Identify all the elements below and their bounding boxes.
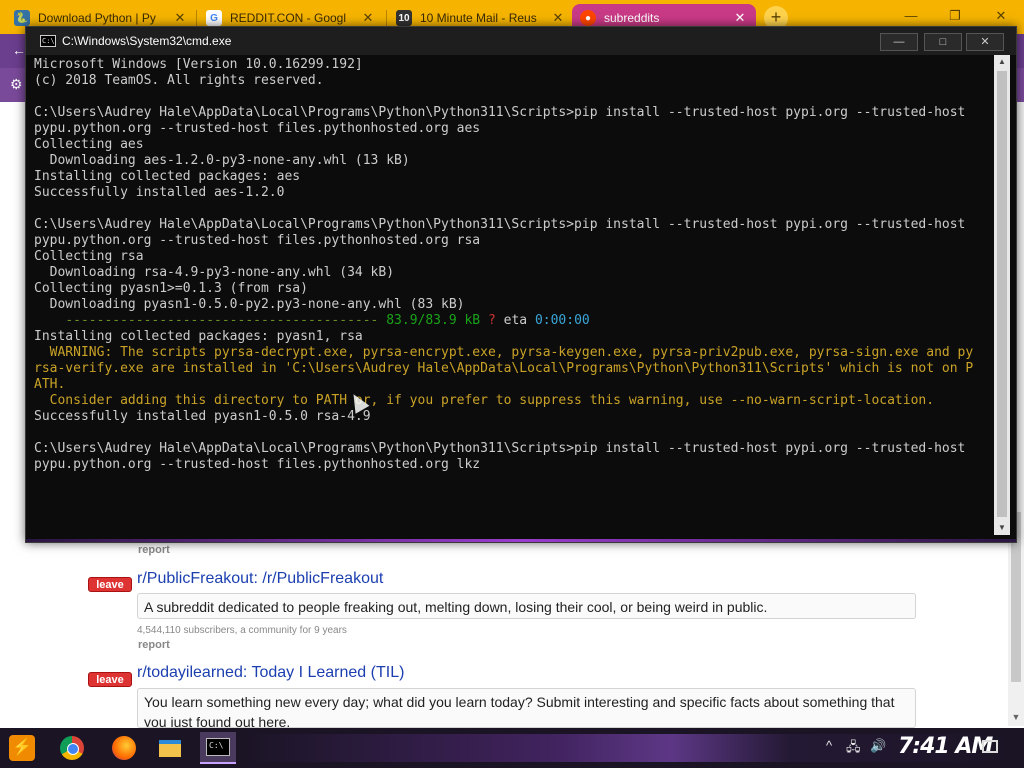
report-link[interactable]: report <box>138 639 170 651</box>
progress-indent <box>34 313 65 328</box>
firefox-icon <box>112 736 136 760</box>
notification-center-icon[interactable] <box>982 740 998 753</box>
cmd-output-line: C:\Users\Audrey Hale\AppData\Local\Progr… <box>34 441 966 456</box>
subreddit-title-link[interactable]: r/PublicFreakout: /r/PublicFreakout <box>137 570 383 588</box>
cmd-output-line <box>34 89 994 105</box>
cmd-output-line: Collecting pyasn1>=0.1.3 (from rsa) <box>34 281 308 296</box>
cmd-progress-line: ----------------------------------------… <box>34 313 994 329</box>
cmd-output-line: pypu.python.org --trusted-host files.pyt… <box>34 457 481 472</box>
back-arrow-icon[interactable]: ← <box>12 42 26 58</box>
cmd-output-line: Installing collected packages: pyasn1, r… <box>34 329 363 344</box>
subreddit-title-link[interactable]: r/todayilearned: Today I Learned (TIL) <box>137 664 404 682</box>
chrome-icon <box>60 736 84 760</box>
progress-space <box>496 313 504 328</box>
cmd-output-line: Downloading aes-1.2.0-py3-none-any.whl (… <box>34 153 410 168</box>
cmd-output-line: pypu.python.org --trusted-host files.pyt… <box>34 233 481 248</box>
progress-amount: 83.9/83.9 kB <box>386 313 481 328</box>
tab-title: subreddits <box>604 11 660 25</box>
cmd-output-line <box>34 425 994 441</box>
progress-eta-label: eta <box>503 313 528 328</box>
taskbar-firefox[interactable] <box>106 732 142 764</box>
tab-separator <box>386 10 387 26</box>
tab-separator <box>196 10 197 26</box>
cmd-icon: C:\ <box>206 738 230 756</box>
tenminutemail-icon: 10 <box>396 10 412 26</box>
cmd-output-line: C:\Users\Audrey Hale\AppData\Local\Progr… <box>34 105 966 120</box>
progress-eta: 0:00:00 <box>534 313 590 328</box>
volume-icon[interactable]: 🔊 <box>870 738 886 754</box>
taskbar-chrome[interactable] <box>54 732 90 764</box>
taskbar-cmd[interactable]: C:\ <box>200 732 236 764</box>
cmd-output-line <box>34 201 994 217</box>
tab-title: REDDIT.CON - Googl <box>230 11 347 25</box>
cmd-maximize-button[interactable]: □ <box>924 33 962 51</box>
progress-space <box>527 313 535 328</box>
report-link[interactable]: report <box>138 544 170 556</box>
cmd-output-line: C:\Users\Audrey Hale\AppData\Local\Progr… <box>34 217 966 232</box>
taskbar-file-explorer[interactable] <box>152 732 188 764</box>
tab-title: 10 Minute Mail - Reus <box>420 11 537 25</box>
cmd-window[interactable]: C:\ C:\Windows\System32\cmd.exe — □ ✕ Mi… <box>25 26 1017 543</box>
cmd-output-line: WARNING: The scripts pyrsa-decrypt.exe, … <box>34 345 974 360</box>
progress-space <box>480 313 488 328</box>
cmd-output-line: Successfully installed aes-1.2.0 <box>34 185 285 200</box>
subreddit-description: A subreddit dedicated to people freaking… <box>137 593 916 619</box>
cmd-output-line: Microsoft Windows [Version 10.0.16299.19… <box>34 57 363 72</box>
extension-icon[interactable]: ⚙ <box>10 76 23 93</box>
leave-button[interactable]: leave <box>88 577 132 592</box>
scroll-down-arrow-icon[interactable]: ▼ <box>994 521 1010 535</box>
subreddit-description: You learn something new every day; what … <box>137 688 916 728</box>
cmd-output-line: rsa-verify.exe are installed in 'C:\User… <box>34 361 974 376</box>
subreddit-meta: 4,544,110 subscribers, a community for 9… <box>137 625 347 636</box>
cmd-output-line: Installing collected packages: aes <box>34 169 301 184</box>
file-explorer-icon <box>159 739 181 757</box>
python-icon: 🐍 <box>14 10 30 26</box>
start-button[interactable]: ⚡ <box>4 732 40 764</box>
cmd-icon: C:\ <box>40 35 56 47</box>
cmd-scrollbar[interactable]: ▲ ▼ <box>994 55 1010 535</box>
close-tab-icon[interactable]: ✕ <box>172 10 188 26</box>
cmd-minimize-button[interactable]: — <box>880 33 918 51</box>
start-orb-icon: ⚡ <box>9 735 35 761</box>
reddit-icon: ● <box>580 10 596 26</box>
browser-minimize-button[interactable]: — <box>896 6 926 26</box>
cmd-output-line: Collecting aes <box>34 137 144 152</box>
close-tab-icon[interactable]: ✕ <box>550 10 566 26</box>
cmd-output-line: ATH. <box>34 377 66 392</box>
cmd-window-title: C:\Windows\System32\cmd.exe <box>62 34 232 48</box>
network-icon[interactable]: 🖧 <box>846 738 861 760</box>
tab-title: Download Python | Py <box>38 11 156 25</box>
browser-maximize-button[interactable]: ❐ <box>940 6 970 26</box>
cmd-title-bar[interactable]: C:\ C:\Windows\System32\cmd.exe — □ ✕ <box>26 27 1016 55</box>
close-tab-icon[interactable]: ✕ <box>360 10 376 26</box>
cmd-console-output[interactable]: Microsoft Windows [Version 10.0.16299.19… <box>34 57 994 537</box>
cmd-window-border <box>26 539 1016 542</box>
cmd-output-line: Downloading rsa-4.9-py3-none-any.whl (34… <box>34 265 395 280</box>
progress-bar: ---------------------------------------- <box>65 313 379 328</box>
leave-button[interactable]: leave <box>88 672 132 687</box>
cmd-output-line: Collecting rsa <box>34 249 144 264</box>
google-icon: G <box>206 10 222 26</box>
cmd-output-line: (c) 2018 TeamOS. All rights reserved. <box>34 73 324 88</box>
close-tab-icon[interactable]: ✕ <box>732 10 748 26</box>
scroll-up-arrow-icon[interactable]: ▲ <box>994 55 1010 69</box>
cmd-output-line: Downloading pyasn1-0.5.0-py2.py3-none-an… <box>34 297 465 312</box>
browser-close-button[interactable]: ✕ <box>986 6 1016 26</box>
cmd-output-line: Consider adding this directory to PATH o… <box>34 393 935 408</box>
cmd-output-line: pypu.python.org --trusted-host files.pyt… <box>34 121 481 136</box>
scroll-down-arrow-icon[interactable]: ▼ <box>1008 712 1024 726</box>
tray-chevron-icon[interactable]: ^ <box>826 738 832 753</box>
progress-separator: ? <box>487 313 496 328</box>
taskbar-clock[interactable]: 7:41 AM <box>898 734 993 759</box>
cmd-output-line: Successfully installed pyasn1-0.5.0 rsa-… <box>34 409 371 424</box>
cmd-close-button[interactable]: ✕ <box>966 33 1004 51</box>
scrollbar-thumb[interactable] <box>997 71 1007 517</box>
